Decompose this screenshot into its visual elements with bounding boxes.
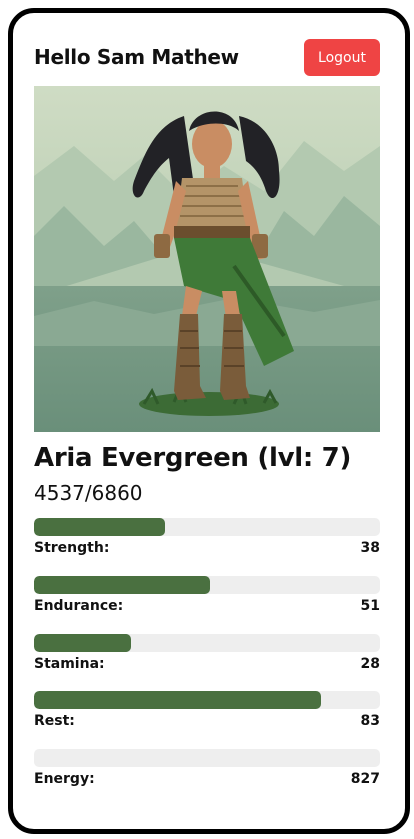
- stat-bar-fill: [34, 518, 166, 536]
- stat-value: 38: [360, 540, 380, 556]
- character-name: Aria Evergreen (lvl: 7): [34, 443, 352, 473]
- stat-stamina: Stamina: 28: [34, 634, 380, 684]
- stat-bar-fill: [34, 634, 131, 652]
- stat-bar-fill: [34, 576, 211, 594]
- stat-label: Energy:: [34, 771, 95, 787]
- stat-label: Strength:: [34, 540, 110, 556]
- stat-value: 83: [360, 713, 380, 729]
- logout-button[interactable]: Logout: [304, 39, 380, 76]
- stat-strength: Strength: 38: [34, 518, 380, 568]
- stat-rest: Rest: 83: [34, 691, 380, 741]
- experience-counter: 4537/6860: [34, 481, 143, 505]
- character-portrait: [34, 86, 380, 432]
- stat-label: Endurance:: [34, 598, 124, 614]
- stat-bar-track: [34, 691, 380, 709]
- stat-energy: Energy: 827: [34, 749, 380, 799]
- stat-bar-track: [34, 576, 380, 594]
- stat-bar-fill: [34, 691, 322, 709]
- stat-bar-track: [34, 634, 380, 652]
- header: Hello Sam Mathew Logout: [34, 39, 380, 76]
- phone-frame: Hello Sam Mathew Logout Aria Evergreen (…: [8, 8, 410, 834]
- stat-value: 28: [360, 656, 380, 672]
- stat-label: Rest:: [34, 713, 75, 729]
- stat-value: 827: [350, 771, 380, 787]
- stat-value: 51: [360, 598, 380, 614]
- stat-label: Stamina:: [34, 656, 105, 672]
- stat-bar-track: [34, 518, 380, 536]
- warrior-portrait-image: [34, 86, 380, 432]
- stat-endurance: Endurance: 51: [34, 576, 380, 626]
- greeting-text: Hello Sam Mathew: [34, 45, 239, 69]
- stat-bar-track: [34, 749, 380, 767]
